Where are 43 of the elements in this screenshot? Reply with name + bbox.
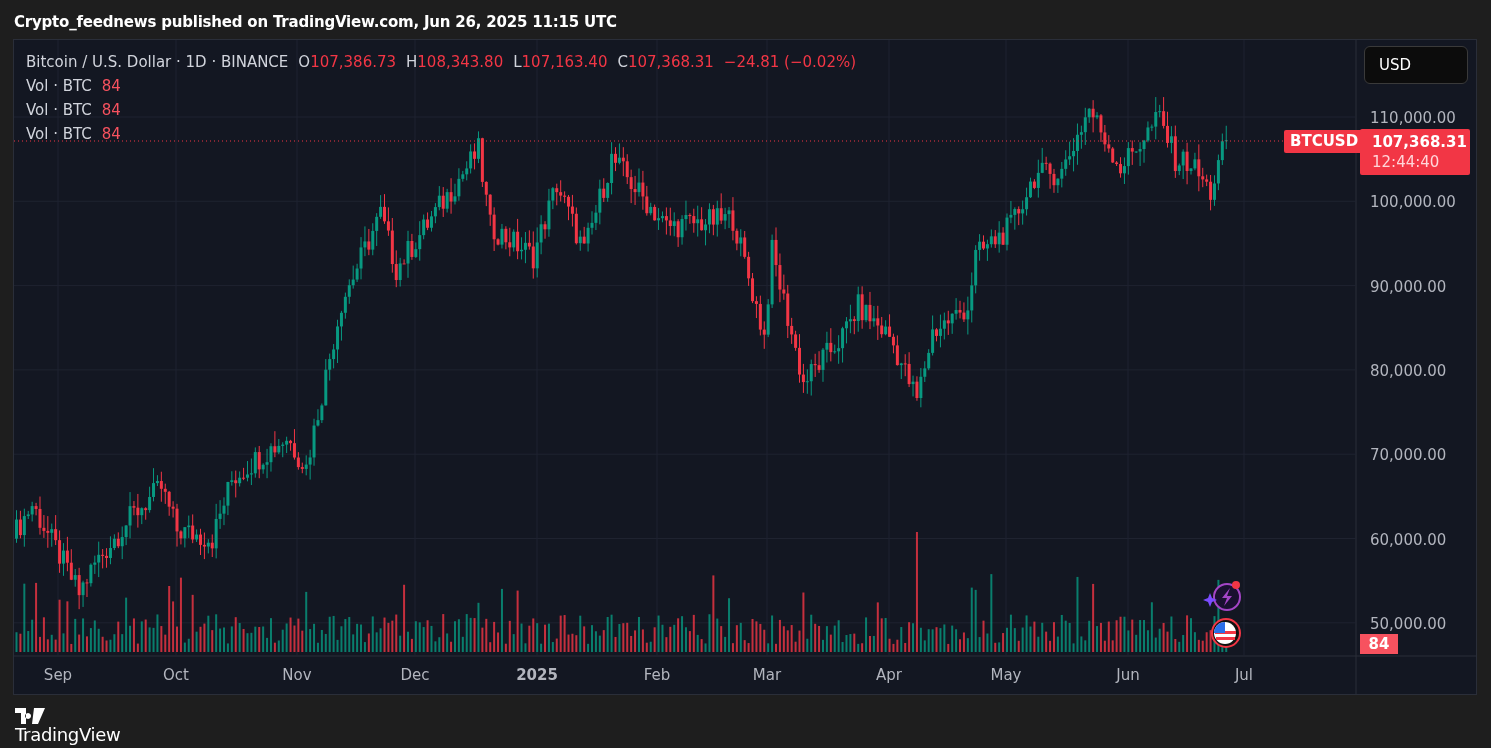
indicator-value: 84: [101, 77, 121, 95]
logo-icon: [15, 708, 45, 724]
price-axis-label: 60,000.00: [1370, 530, 1447, 549]
bar-countdown: 12:44:40: [1372, 152, 1440, 172]
symbol-title[interactable]: Bitcoin / U.S. Dollar · 1D · BINANCE: [26, 53, 289, 71]
volume-tag: 84: [1360, 634, 1398, 654]
price-axis-label: 50,000.00: [1370, 614, 1447, 633]
time-axis-label: Nov: [282, 666, 312, 684]
time-axis-label: Mar: [752, 666, 782, 684]
brand-name[interactable]: TradingView: [15, 724, 121, 745]
lightning-icon[interactable]: [1203, 581, 1241, 611]
time-axis-label: May: [990, 666, 1022, 684]
price-change: −24.81 (−0.02%): [723, 53, 857, 71]
currency-button[interactable]: USD: [1364, 46, 1468, 84]
indicator-name[interactable]: Vol · BTC: [26, 101, 92, 119]
ohlc-label: C: [617, 53, 628, 71]
price-axis-label: 110,000.00: [1370, 109, 1456, 127]
publication-note: Crypto_feednews published on TradingView.com, Jun 26, 2025 11:15 UTC: [14, 12, 617, 33]
indicator-value: 84: [101, 125, 121, 143]
time-axis-label: Jul: [1234, 666, 1254, 684]
time-axis-label: Dec: [400, 666, 430, 684]
time-axis-label: 2025: [516, 666, 558, 684]
ohlc-label: H: [406, 53, 418, 71]
time-axis-label: Sep: [43, 666, 73, 684]
time-axis-label: Oct: [163, 666, 189, 684]
ohlc-value: 107,368.31: [627, 53, 714, 71]
price-axis-label: 100,000.00: [1370, 193, 1456, 212]
last-price: 107,368.31: [1372, 132, 1467, 152]
ohlc-value: 108,343.80: [417, 53, 504, 71]
time-axis-label: Jun: [1116, 666, 1140, 684]
indicator-name[interactable]: Vol · BTC: [26, 125, 92, 143]
time-axis-label: Feb: [643, 666, 671, 684]
ohlc-label: O: [298, 53, 311, 71]
indicator-name[interactable]: Vol · BTC: [26, 77, 92, 95]
ohlc-label: L: [513, 53, 522, 71]
flag-icon[interactable]: [1211, 618, 1241, 648]
price-axis-label: 80,000.00: [1370, 361, 1447, 380]
price-axis-label: 70,000.00: [1370, 446, 1447, 465]
price-axis-label: 90,000.00: [1370, 277, 1447, 296]
ohlc-value: 107,163.40: [521, 53, 608, 71]
indicator-value: 84: [101, 101, 121, 119]
time-axis-label: Apr: [876, 666, 902, 684]
ohlc-value: 107,386.73: [310, 53, 397, 71]
